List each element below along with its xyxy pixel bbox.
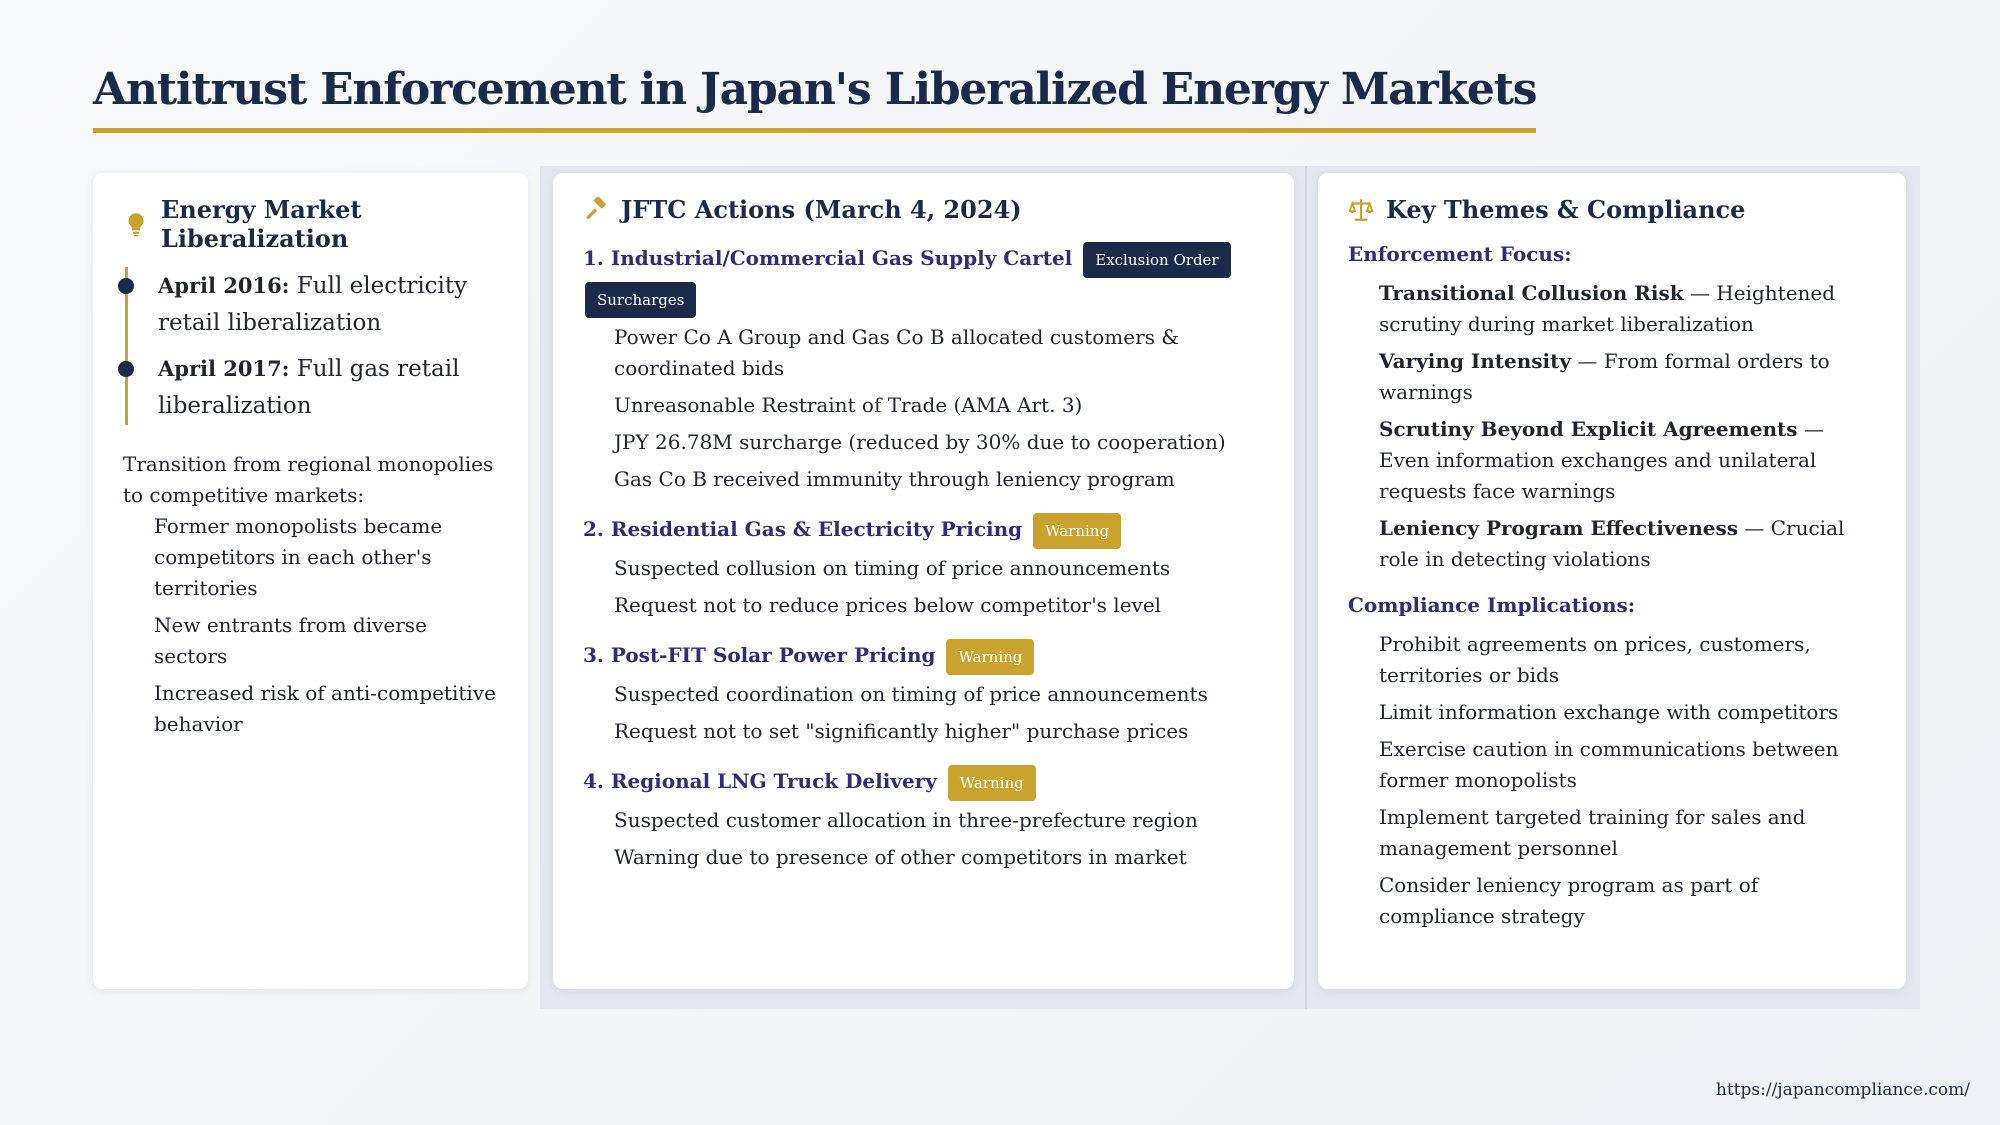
transition-list: Former monopolists became competitors in…	[123, 511, 498, 740]
badge-row: Surcharges	[583, 282, 1264, 318]
action-points: Suspected coordination on timing of pric…	[583, 679, 1264, 747]
timeline-item: April 2016: Full electricity retail libe…	[118, 267, 498, 342]
theme-term: Transitional Collusion Risk	[1379, 281, 1684, 305]
lightbulb-icon	[123, 211, 149, 237]
enforcement-list: Transitional Collusion Risk — Heightened…	[1348, 278, 1876, 575]
timeline-dot	[118, 278, 134, 294]
list-item: Suspected collusion on timing of price a…	[614, 556, 1171, 580]
themes-heading: Key Themes & Compliance	[1386, 195, 1746, 224]
list-item: JPY 26.78M surcharge (reduced by 30% due…	[614, 430, 1226, 454]
liberalization-header: Energy Market Liberalization	[123, 195, 498, 253]
list-item: Suspected customer allocation in three-p…	[614, 808, 1198, 832]
warning-badge: Warning	[1033, 512, 1122, 549]
compliance-list: Prohibit agreements on prices, customers…	[1348, 629, 1876, 932]
list-item: Implement targeted training for sales an…	[1379, 805, 1806, 860]
list-item: Request not to reduce prices below compe…	[614, 593, 1162, 617]
timeline-dot	[118, 361, 134, 377]
action-item: 1. Industrial/Commercial Gas Supply Cart…	[583, 238, 1264, 495]
list-item: Varying Intensity — From formal orders t…	[1379, 346, 1876, 408]
timeline-item: April 2017: Full gas retail liberalizati…	[118, 350, 498, 425]
jftc-header: JFTC Actions (March 4, 2024)	[583, 195, 1264, 224]
page-title: Antitrust Enforcement in Japan's Liberal…	[93, 58, 1538, 133]
scales-icon	[1348, 197, 1374, 223]
liberalization-card: Energy Market Liberalization April 2016:…	[93, 173, 528, 989]
action-title-row: 3. Post-FIT Solar Power Pricing Warning	[583, 635, 1264, 675]
jftc-heading: JFTC Actions (March 4, 2024)	[621, 195, 1022, 224]
list-item: Former monopolists became competitors in…	[154, 514, 443, 600]
list-item: Power Co A Group and Gas Co B allocated …	[614, 325, 1180, 380]
liberalization-timeline: April 2016: Full electricity retail libe…	[118, 267, 498, 425]
list-item: Scrutiny Beyond Explicit Agreements — Ev…	[1379, 414, 1876, 507]
surcharges-badge: Surcharges	[585, 282, 697, 318]
action-title: 2. Residential Gas & Electricity Pricing	[583, 517, 1023, 541]
action-points: Suspected collusion on timing of price a…	[583, 553, 1264, 621]
compliance-title: Compliance Implications:	[1348, 593, 1636, 617]
list-item: Exercise caution in communications betwe…	[1379, 737, 1839, 792]
list-item: New entrants from diverse sectors	[154, 613, 427, 668]
action-title: 4. Regional LNG Truck Delivery	[583, 769, 937, 793]
theme-term: Scrutiny Beyond Explicit Agreements	[1379, 417, 1798, 441]
theme-term: Varying Intensity	[1379, 349, 1572, 373]
list-item: Limit information exchange with competit…	[1379, 700, 1839, 724]
band-divider	[1305, 166, 1307, 1009]
action-points: Suspected customer allocation in three-p…	[583, 805, 1264, 873]
exclusion-order-badge: Exclusion Order	[1083, 241, 1231, 278]
action-title-row: 4. Regional LNG Truck Delivery Warning	[583, 761, 1264, 801]
jftc-actions-card: JFTC Actions (March 4, 2024) 1. Industri…	[553, 173, 1294, 989]
transition-text: Transition from regional monopolies to c…	[123, 452, 494, 507]
action-title-row: 2. Residential Gas & Electricity Pricing…	[583, 509, 1264, 549]
gavel-icon	[583, 196, 609, 223]
theme-term: Leniency Program Effectiveness	[1379, 516, 1739, 540]
action-title: 1. Industrial/Commercial Gas Supply Cart…	[583, 246, 1073, 270]
list-item: Prohibit agreements on prices, customers…	[1379, 632, 1811, 687]
action-item: 3. Post-FIT Solar Power Pricing Warning …	[583, 635, 1264, 747]
action-item: 4. Regional LNG Truck Delivery Warning S…	[583, 761, 1264, 873]
timeline-date: April 2017:	[158, 356, 290, 381]
list-item: Warning due to presence of other competi…	[614, 845, 1187, 869]
enforcement-focus-title: Enforcement Focus:	[1348, 242, 1572, 266]
themes-header: Key Themes & Compliance	[1348, 195, 1876, 224]
footer-url[interactable]: https://japancompliance.com/	[1716, 1080, 1970, 1100]
timeline-date: April 2016:	[158, 273, 290, 298]
list-item: Consider leniency program as part of com…	[1379, 873, 1759, 928]
list-item: Leniency Program Effectiveness — Crucial…	[1379, 513, 1876, 575]
action-title: 3. Post-FIT Solar Power Pricing	[583, 643, 936, 667]
liberalization-heading: Energy Market Liberalization	[161, 195, 362, 253]
warning-badge: Warning	[946, 638, 1035, 675]
list-item: Suspected coordination on timing of pric…	[614, 682, 1208, 706]
list-item: Unreasonable Restraint of Trade (AMA Art…	[614, 393, 1083, 417]
list-item: Request not to set "significantly higher…	[614, 719, 1189, 743]
themes-card: Key Themes & Compliance Enforcement Focu…	[1318, 173, 1906, 989]
action-item: 2. Residential Gas & Electricity Pricing…	[583, 509, 1264, 621]
list-item: Increased risk of anti-competitive behav…	[154, 681, 496, 736]
action-points: Power Co A Group and Gas Co B allocated …	[583, 322, 1264, 495]
list-item: Gas Co B received immunity through lenie…	[614, 467, 1175, 491]
list-item: Transitional Collusion Risk — Heightened…	[1379, 278, 1876, 340]
action-title-row: 1. Industrial/Commercial Gas Supply Cart…	[583, 238, 1264, 278]
warning-badge: Warning	[947, 764, 1036, 801]
